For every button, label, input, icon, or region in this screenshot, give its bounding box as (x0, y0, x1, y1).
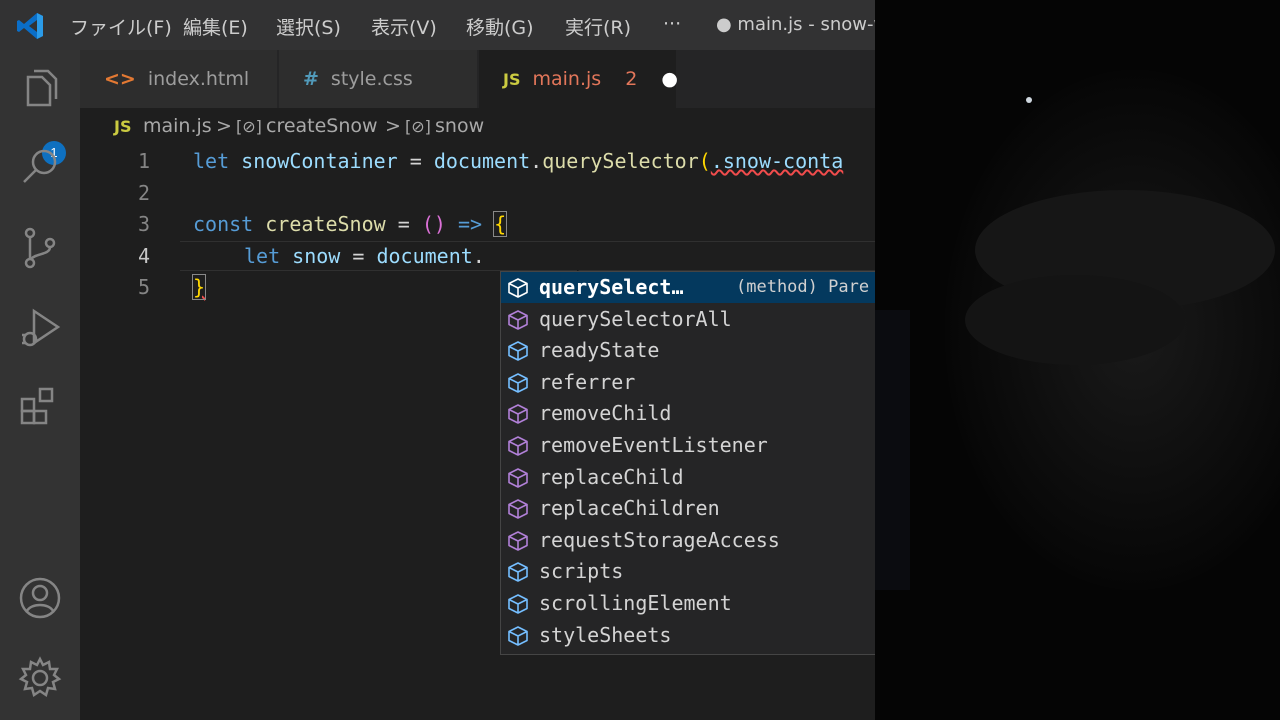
line-number-current: 4 (137, 244, 150, 268)
line-number: 3 (137, 212, 150, 236)
menu-view[interactable]: 表示(V) (371, 13, 437, 40)
breadcrumb: JS main.js > [⊘] createSnow > [⊘] snow (80, 108, 875, 146)
suggest-item-label: querySelectorAll (539, 307, 732, 331)
files-icon[interactable] (16, 65, 64, 113)
vscode-logo-icon (17, 13, 43, 39)
property-symbol-icon (508, 373, 528, 393)
property-symbol-icon (508, 594, 528, 614)
suggest-item[interactable]: replaceChild (501, 462, 875, 493)
chevron-right-icon: > (385, 115, 401, 137)
line-number: 1 (137, 149, 150, 173)
js-file-icon: JS (503, 70, 521, 89)
method-symbol-icon (508, 531, 528, 551)
tab-label: main.js (532, 68, 602, 90)
tab-main-js[interactable]: JS main.js 2 ● (479, 50, 678, 108)
suggest-item-label: removeEventListener (539, 433, 768, 457)
suggest-item-label: replaceChildren (539, 496, 720, 520)
title-bar: ファイル(F) 編集(E) 選択(S) 表示(V) 移動(G) 実行(R) ··… (0, 0, 875, 50)
code-line-1: let snowContainer = document.querySelect… (193, 149, 844, 173)
suggest-item-label: querySelect… (539, 275, 684, 299)
suggest-item-label: removeChild (539, 401, 672, 425)
suggest-item[interactable]: querySelectorAll (501, 304, 875, 335)
tab-bar: <> index.html # style.css JS main.js 2 ● (80, 50, 875, 108)
settings-gear-icon[interactable] (16, 654, 64, 702)
suggest-item[interactable]: readyState (501, 335, 875, 366)
method-symbol-icon (508, 436, 528, 456)
menu-more[interactable]: ··· (663, 13, 681, 35)
suggest-item-label: readyState (539, 338, 660, 362)
breadcrumb-symbol-createsnow[interactable]: createSnow (266, 115, 378, 137)
method-symbol-icon (508, 468, 528, 488)
suggest-item[interactable]: scrollingElement (501, 588, 875, 619)
suggest-item[interactable]: styleSheets (501, 620, 875, 651)
line-number: 5 (137, 275, 150, 299)
property-symbol-icon (508, 562, 528, 582)
method-symbol-icon (508, 404, 528, 424)
run-debug-icon[interactable] (16, 303, 64, 351)
property-symbol-icon (508, 341, 528, 361)
webcam-overlay (875, 0, 1280, 720)
menu-edit[interactable]: 編集(E) (183, 13, 248, 40)
autocomplete-suggest-widget[interactable]: querySelect… (method) Pare querySelectorAl… (500, 271, 875, 655)
suggest-item[interactable]: replaceChildren (501, 493, 875, 524)
tab-label: style.css (330, 68, 413, 90)
variable-icon: [⊘] (236, 117, 262, 136)
source-control-icon[interactable] (16, 223, 64, 271)
method-symbol-icon (508, 310, 528, 330)
suggest-item[interactable]: removeChild (501, 398, 875, 429)
suggest-item-label: scripts (539, 559, 624, 583)
line-number: 2 (137, 181, 150, 205)
method-symbol-icon (508, 499, 528, 519)
menu-run[interactable]: 実行(R) (565, 13, 631, 40)
suggest-item-label: referrer (539, 370, 636, 394)
code-line-4: let snow = document. (244, 244, 485, 268)
extensions-icon[interactable] (16, 383, 64, 431)
code-line-5: } (191, 274, 207, 300)
suggest-item[interactable]: querySelect… (method) Pare (501, 272, 875, 303)
search-icon[interactable] (16, 143, 64, 191)
suggest-item[interactable]: scripts (501, 556, 875, 587)
unsaved-dot-icon[interactable]: ● (661, 68, 678, 90)
variable-icon: [⊘] (405, 117, 431, 136)
suggest-item[interactable]: referrer (501, 367, 875, 398)
window-title: ● main.js - snow-w (716, 14, 875, 35)
code-line-3: const createSnow = () => { (193, 211, 508, 237)
suggest-item-label: requestStorageAccess (539, 528, 780, 552)
menu-go[interactable]: 移動(G) (466, 13, 534, 40)
css-file-icon: # (303, 68, 319, 90)
menu-file[interactable]: ファイル(F) (70, 13, 172, 40)
tab-index-html[interactable]: <> index.html (80, 50, 278, 108)
vscode-window: ファイル(F) 編集(E) 選択(S) 表示(V) 移動(G) 実行(R) ··… (0, 0, 875, 720)
menu-selection[interactable]: 選択(S) (276, 13, 341, 40)
js-file-icon: JS (114, 117, 132, 136)
problems-count: 2 (625, 68, 638, 90)
suggest-item-label: styleSheets (539, 623, 672, 647)
webcam-image (875, 0, 1280, 720)
chevron-right-icon: > (216, 115, 232, 137)
tab-style-css[interactable]: # style.css (279, 50, 478, 108)
suggest-item[interactable]: removeEventListener (501, 430, 875, 461)
suggest-item-label: scrollingElement (539, 591, 732, 615)
html-file-icon: <> (104, 68, 136, 90)
tab-label: index.html (147, 68, 250, 90)
account-icon[interactable] (16, 574, 64, 622)
property-symbol-icon (508, 626, 528, 646)
method-symbol-icon (508, 278, 528, 298)
breadcrumb-symbol-snow[interactable]: snow (435, 115, 484, 137)
breadcrumb-file[interactable]: main.js (143, 115, 212, 137)
suggest-item-label: replaceChild (539, 465, 684, 489)
activity-bar: 1 (0, 50, 80, 720)
suggest-item-detail: (method) Pare (736, 277, 870, 297)
error-squiggle: .snow-conta (710, 149, 844, 173)
suggest-item[interactable]: requestStorageAccess (501, 525, 875, 556)
